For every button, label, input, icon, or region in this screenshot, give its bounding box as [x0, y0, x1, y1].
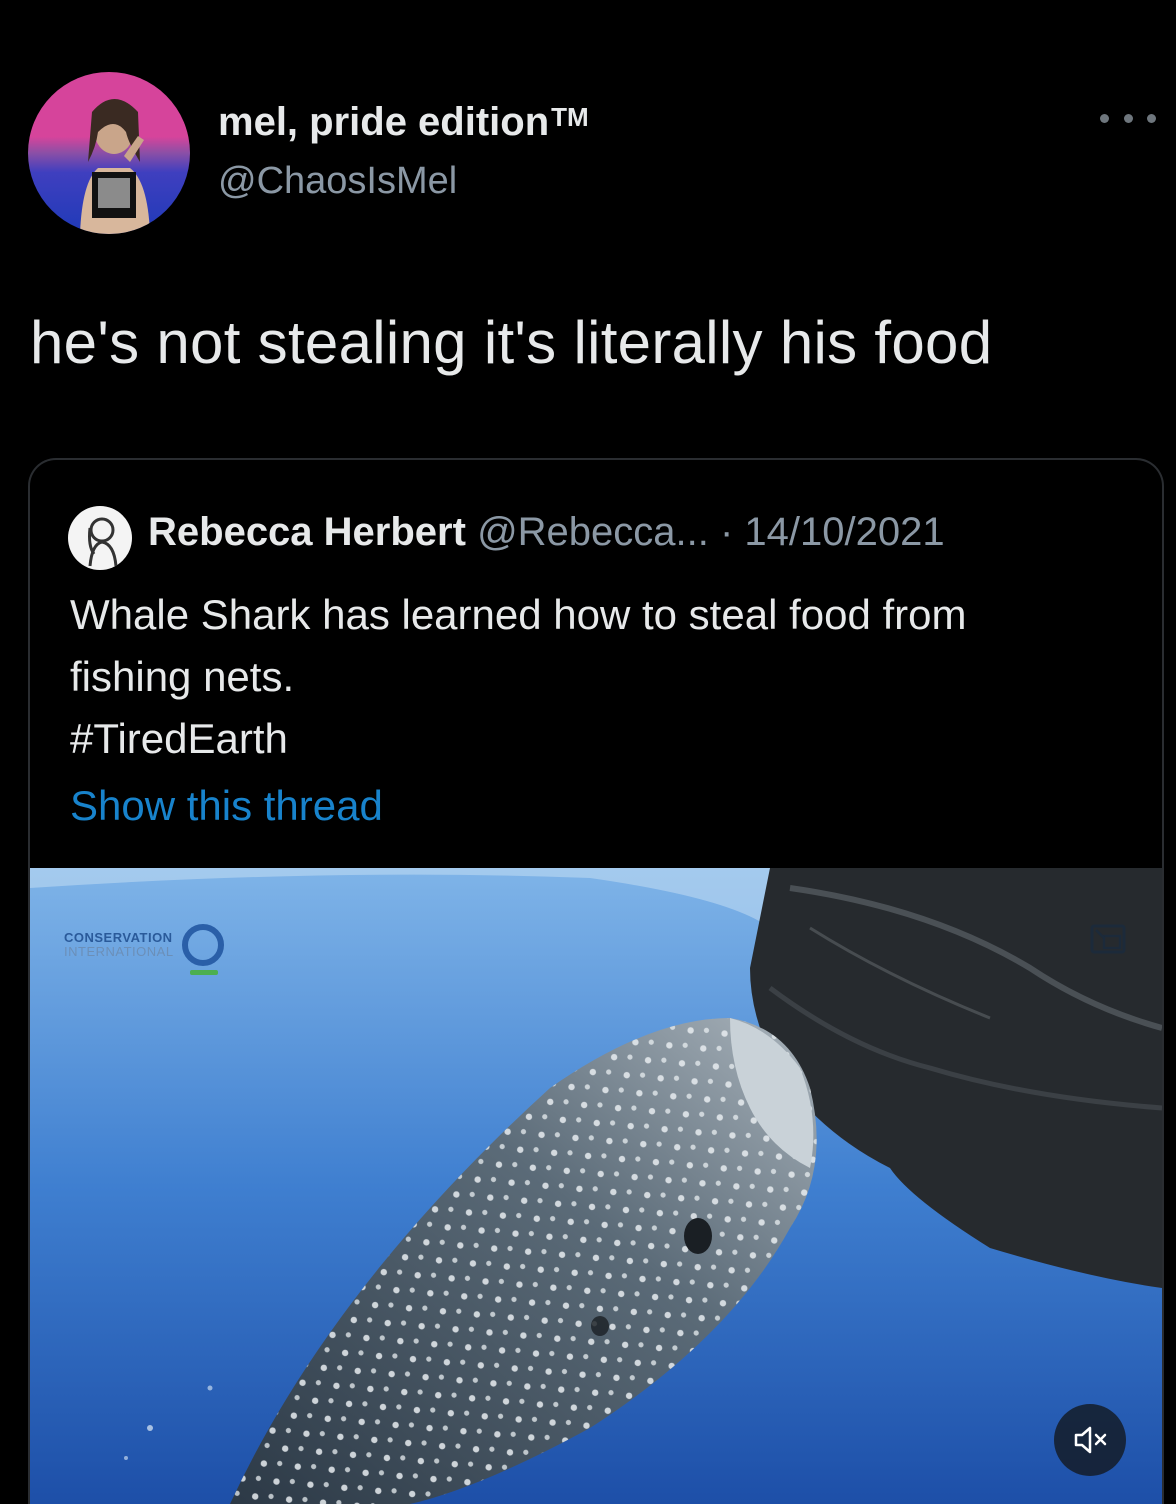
tweet-text: he's not stealing it's literally his foo…	[30, 309, 993, 376]
quote-text: Whale Shark has learned how to steal foo…	[70, 584, 1130, 770]
mute-button[interactable]	[1054, 1404, 1126, 1476]
watermark-line1: CONSERVATION	[64, 930, 173, 945]
watermark-logo: CONSERVATION INTERNATIONAL	[64, 924, 224, 975]
show-thread-link[interactable]: Show this thread	[70, 782, 383, 830]
picture-in-picture-icon[interactable]	[1090, 924, 1126, 954]
watermark-line2: INTERNATIONAL	[64, 944, 174, 959]
quote-line: fishing nets.	[70, 653, 295, 700]
logo-ring-icon	[181, 924, 224, 975]
quote-header: Rebecca Herbert @Rebecca... · 14/10/2021	[148, 510, 945, 555]
quote-tweet-card[interactable]: Rebecca Herbert @Rebecca... · 14/10/2021…	[28, 458, 1164, 1504]
quote-avatar	[68, 506, 132, 570]
more-dots-icon[interactable]	[1100, 108, 1156, 128]
quote-line: Whale Shark has learned how to steal foo…	[70, 591, 967, 638]
user-handle[interactable]: @ChaosIsMel	[218, 160, 457, 203]
video-player[interactable]: CONSERVATION INTERNATIONAL	[30, 868, 1162, 1504]
hashtag-link[interactable]: #TiredEarth	[70, 708, 1130, 770]
avatar-photo	[80, 99, 150, 234]
avatar[interactable]	[28, 72, 190, 234]
quote-author-name[interactable]: Rebecca Herbert	[148, 510, 466, 554]
mute-icon	[1074, 1426, 1107, 1454]
trademark-mark: TM	[551, 102, 589, 132]
display-name-text: mel, pride edition	[218, 100, 550, 144]
display-name[interactable]: mel, pride editionTM	[218, 100, 589, 145]
quote-meta: @Rebecca... · 14/10/2021	[477, 510, 945, 554]
